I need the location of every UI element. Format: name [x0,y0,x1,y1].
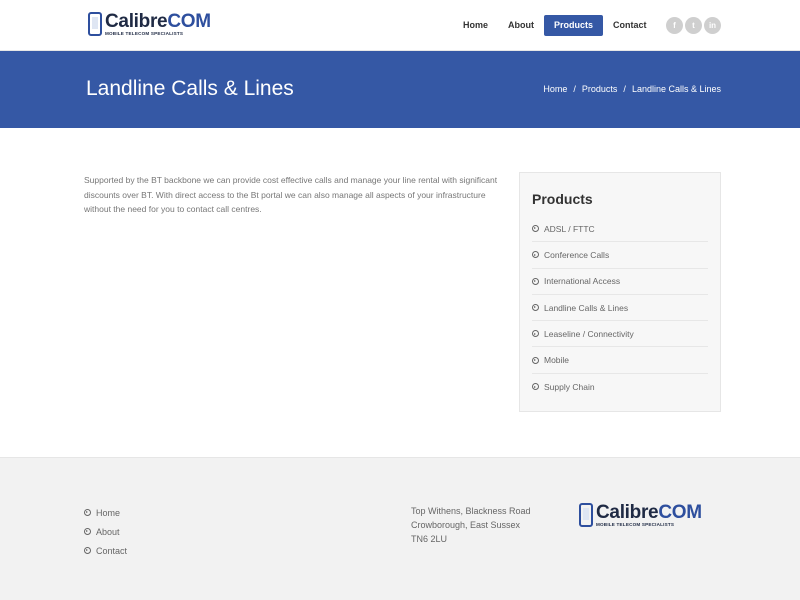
sidebar-item-leaseline[interactable]: Leaseline / Connectivity [532,321,708,348]
site-footer: Home About Contact Top Withens, Blacknes… [0,457,800,600]
circle-arrow-icon [532,304,539,312]
sidebar-item-label: Conference Calls [544,249,610,260]
social-links: f t in [666,17,721,34]
sidebar-item-landline[interactable]: Landline Calls & Lines [532,295,708,322]
circle-arrow-icon [532,225,539,233]
circle-arrow-icon [532,356,539,364]
twitter-icon[interactable]: t [685,17,702,34]
logo-wordmark: CalibreCOM [105,11,211,32]
circle-arrow-icon [84,528,91,535]
sidebar-item-adsl[interactable]: ADSL / FTTC [532,216,708,243]
nav-products[interactable]: Products [544,15,604,36]
address-line-1: Top Withens, Blackness Road [411,506,531,516]
nav-home[interactable]: Home [453,15,498,36]
product-description: Supported by the BT backbone we can prov… [84,175,498,214]
site-header: CalibreCOM MOBILE TELECOM SPECIALISTS Ho… [0,0,800,51]
breadcrumb-separator: / [573,84,576,94]
linkedin-icon[interactable]: in [704,17,721,34]
breadcrumb-separator: / [623,84,626,94]
breadcrumb-current: Landline Calls & Lines [631,84,721,94]
sidebar-item-mobile[interactable]: Mobile [532,347,708,374]
breadcrumb: Home / Products / Landline Calls & Lines [543,84,721,94]
footer-link-about[interactable]: About [84,522,127,541]
phone-icon [579,503,593,528]
sidebar-item-label: Landline Calls & Lines [544,302,629,313]
nav-contact[interactable]: Contact [603,15,657,36]
footer-link-contact[interactable]: Contact [84,541,127,560]
circle-arrow-icon [532,251,539,259]
page-title: Landline Calls & Lines [86,77,294,100]
sidebar-item-international-access[interactable]: International Access [532,269,708,295]
sidebar-item-supply-chain[interactable]: Supply Chain [532,374,708,400]
sidebar-item-label: Leaseline / Connectivity [544,328,634,339]
breadcrumb-products[interactable]: Products [582,84,618,94]
header-logo[interactable]: CalibreCOM MOBILE TELECOM SPECIALISTS [88,12,211,37]
sidebar-item-label: International Access [544,276,621,287]
sidebar-item-label: ADSL / FTTC [544,223,595,234]
products-sidebar: Products ADSL / FTTC Conference Calls In… [519,172,721,412]
footer-link-home[interactable]: Home [84,503,127,522]
sidebar-item-label: Supply Chain [544,381,595,392]
circle-arrow-icon [532,277,539,285]
circle-arrow-icon [84,509,91,516]
nav-about[interactable]: About [498,15,544,36]
footer-address: Top Withens, Blackness Road Crowborough,… [411,504,531,546]
phone-icon [88,12,102,37]
product-list: ADSL / FTTC Conference Calls Internation… [532,216,708,400]
sidebar-item-conference-calls[interactable]: Conference Calls [532,242,708,269]
logo-wordmark: CalibreCOM [596,502,702,523]
circle-arrow-icon [84,547,91,554]
page-banner: Landline Calls & Lines Home / Products /… [0,51,800,128]
circle-arrow-icon [532,383,539,391]
logo-tagline: MOBILE TELECOM SPECIALISTS [105,31,184,36]
footer-logo[interactable]: CalibreCOM MOBILE TELECOM SPECIALISTS [579,503,702,528]
address-line-3: TN6 2LU [411,534,448,544]
sidebar-item-label: Mobile [544,355,570,366]
address-line-2: Crowborough, East Sussex [411,520,521,530]
logo-tagline: MOBILE TELECOM SPECIALISTS [596,522,675,527]
sidebar-title: Products [532,191,593,207]
breadcrumb-home[interactable]: Home [543,84,567,94]
main-nav: Home About Products Contact [453,15,657,36]
circle-arrow-icon [532,330,539,338]
facebook-icon[interactable]: f [666,17,683,34]
footer-links: Home About Contact [84,503,127,560]
